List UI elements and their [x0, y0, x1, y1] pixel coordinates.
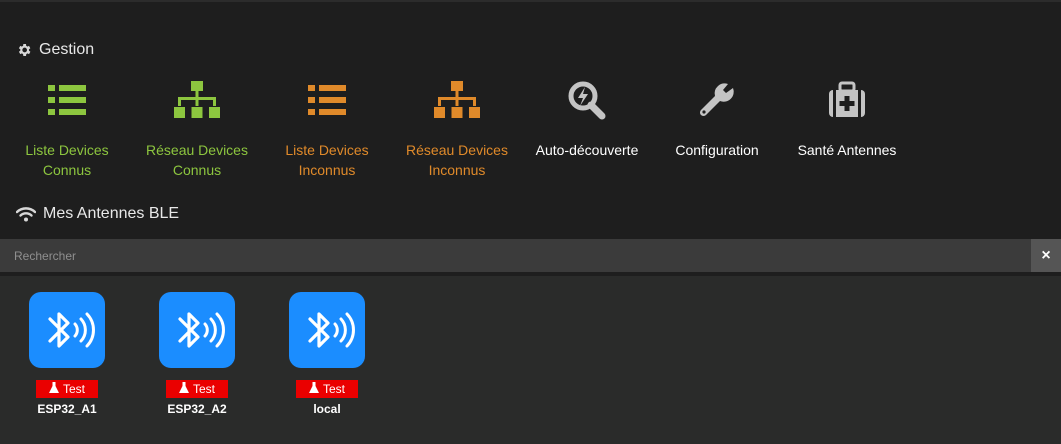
wrench-icon — [652, 74, 782, 126]
medkit-icon — [782, 74, 912, 126]
tile-liste-devices-inconnus[interactable]: Liste Devices Inconnus — [262, 74, 392, 180]
badge-label: Test — [322, 382, 345, 396]
network-icon — [392, 74, 522, 126]
flask-icon — [178, 382, 189, 396]
antenna-card[interactable]: Test ESP32_A1 — [17, 292, 117, 416]
bluetooth-icon — [29, 292, 105, 368]
wifi-icon — [16, 206, 36, 222]
search-bar: × — [0, 239, 1061, 272]
gear-icon — [16, 42, 32, 58]
gestion-tiles: Liste Devices Connus Réseau Devices Conn… — [0, 74, 1061, 184]
tile-label: Réseau Devices Inconnus — [406, 142, 508, 178]
antennes-title-text: Mes Antennes BLE — [43, 205, 180, 222]
network-icon — [132, 74, 262, 126]
tile-configuration[interactable]: Configuration — [652, 74, 782, 160]
test-badge-button[interactable]: Test — [166, 380, 228, 398]
flask-icon — [48, 382, 59, 396]
badge-label: Test — [62, 382, 85, 396]
tile-label: Santé Antennes — [797, 142, 897, 158]
tile-label: Réseau Devices Connus — [146, 142, 248, 178]
bluetooth-icon — [289, 292, 365, 368]
tile-reseau-devices-connus[interactable]: Réseau Devices Connus — [132, 74, 262, 180]
antenna-card[interactable]: Test local — [277, 292, 377, 416]
tile-label: Liste Devices Inconnus — [285, 142, 369, 178]
tile-label: Liste Devices Connus — [25, 142, 109, 178]
antenna-name: local — [313, 402, 341, 416]
clear-search-button[interactable]: × — [1031, 239, 1061, 272]
tile-label: Configuration — [675, 142, 759, 158]
list-icon — [262, 74, 392, 126]
tile-liste-devices-connus[interactable]: Liste Devices Connus — [2, 74, 132, 180]
antennes-panel: Test ESP32_A1 Test ESP32_A2 Test local — [0, 276, 1061, 444]
flask-icon — [308, 382, 319, 396]
antenna-name: ESP32_A2 — [167, 402, 227, 416]
magnify-bolt-icon — [522, 74, 652, 126]
tile-label: Auto-découverte — [535, 142, 639, 158]
gestion-title-text: Gestion — [39, 41, 95, 58]
list-icon — [2, 74, 132, 126]
tile-reseau-devices-inconnus[interactable]: Réseau Devices Inconnus — [392, 74, 522, 180]
test-badge-button[interactable]: Test — [296, 380, 358, 398]
antenna-card[interactable]: Test ESP32_A2 — [147, 292, 247, 416]
search-input[interactable] — [0, 239, 1031, 272]
badge-label: Test — [192, 382, 215, 396]
antennes-section-title: Mes Antennes BLE — [16, 205, 179, 223]
top-divider — [0, 0, 1061, 2]
tile-auto-decouverte[interactable]: Auto-découverte — [522, 74, 652, 160]
tile-sante-antennes[interactable]: Santé Antennes — [782, 74, 912, 160]
test-badge-button[interactable]: Test — [36, 380, 98, 398]
bluetooth-icon — [159, 292, 235, 368]
gestion-section-title: Gestion — [16, 41, 94, 59]
antenna-name: ESP32_A1 — [37, 402, 97, 416]
